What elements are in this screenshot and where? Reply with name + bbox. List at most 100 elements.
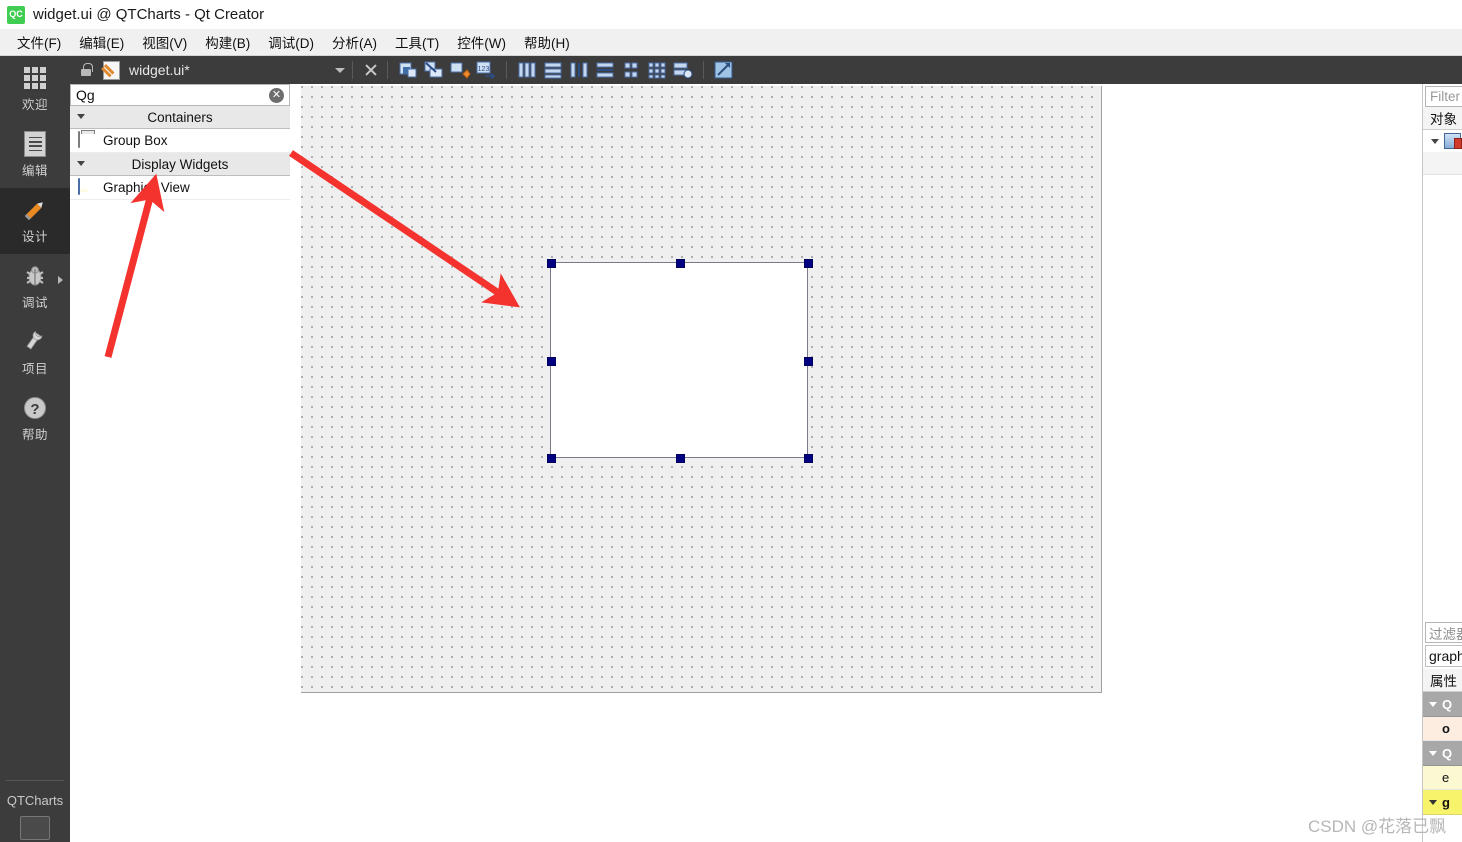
divider (505, 61, 507, 79)
menu-analyze[interactable]: 分析(A) (323, 29, 386, 55)
mode-label-welcome: 欢迎 (21, 98, 48, 112)
property-group-label: Q (1442, 745, 1453, 761)
chevron-down-icon[interactable] (1429, 798, 1438, 807)
layout-vertically-icon[interactable] (542, 60, 564, 80)
run-config-box[interactable] (20, 816, 50, 840)
chevron-down-icon[interactable] (334, 67, 345, 73)
form-canvas[interactable] (301, 86, 1102, 693)
layout-form-icon[interactable] (620, 60, 642, 80)
menu-bar: 文件(F) 编辑(E) 视图(V) 构建(B) 调试(D) 分析(A) 工具(T… (0, 29, 1462, 56)
right-dock-panel: Filter 对象 过滤器 graphicsView 属性 Q o Q e g (1422, 84, 1462, 842)
menu-file[interactable]: 文件(F) (8, 29, 70, 55)
property-group-row[interactable]: Q (1423, 692, 1462, 717)
menu-build[interactable]: 构建(B) (196, 29, 259, 55)
close-icon[interactable] (362, 61, 380, 79)
menu-help[interactable]: 帮助(H) (515, 29, 579, 55)
menu-widgets[interactable]: 控件(W) (448, 29, 515, 55)
title-bar: QC widget.ui @ QTCharts - Qt Creator (0, 0, 1462, 29)
chevron-down-icon[interactable] (1431, 137, 1440, 146)
chevron-down-icon[interactable] (1429, 749, 1438, 758)
menu-edit[interactable]: 编辑(E) (70, 29, 133, 55)
object-tree-row-form[interactable] (1423, 130, 1462, 152)
property-row-objectname[interactable]: o (1423, 717, 1462, 741)
property-group-row[interactable]: Q (1423, 741, 1462, 766)
chevron-down-icon[interactable] (77, 113, 86, 122)
property-editor-header: 属性 (1423, 669, 1462, 692)
mode-label-help: 帮助 (21, 428, 48, 442)
resize-handle-top-right (804, 259, 813, 268)
mode-item-design[interactable]: 设计 (0, 188, 70, 254)
editor-file-name[interactable]: widget.ui* (129, 62, 190, 78)
wrench-icon (21, 329, 49, 355)
adjust-size-icon[interactable] (397, 60, 419, 80)
widget-item-graphics-view[interactable]: Graphics View (70, 176, 290, 200)
unlock-icon[interactable] (78, 62, 94, 78)
resize-handle-middle-left (547, 357, 556, 366)
mode-item-welcome[interactable]: 欢迎 (0, 56, 70, 122)
resize-handle-bottom-center (676, 454, 685, 463)
question-icon: ? (22, 395, 48, 421)
property-editor-panel: 过滤器 graphicsView 属性 Q o Q e g (1423, 620, 1462, 815)
widget-item-label: Group Box (103, 133, 168, 148)
mode-label-design: 设计 (21, 230, 48, 244)
widget-box-panel: ✕ Containers Group Box Display Widgets G… (70, 84, 291, 842)
menu-view[interactable]: 视图(V) (133, 29, 196, 55)
edit-tab-order-icon[interactable]: 123 (475, 60, 497, 80)
clear-circle-icon[interactable]: ✕ (269, 88, 284, 103)
widget-box-group-display-widgets[interactable]: Display Widgets (70, 153, 290, 176)
layout-grid-icon[interactable] (646, 60, 668, 80)
pencil-icon (21, 197, 49, 223)
grid-icon (24, 65, 46, 91)
mode-label-edit: 编辑 (21, 164, 48, 178)
bug-icon (22, 263, 48, 289)
widget-box-search[interactable]: ✕ (70, 84, 290, 106)
break-layout-icon[interactable] (423, 60, 445, 80)
mode-selector-bar: 欢迎 编辑 设计 调试 项目 ? 帮助 QTCharts (0, 56, 70, 842)
mode-item-edit[interactable]: 编辑 (0, 122, 70, 188)
group-label-containers: Containers (147, 109, 213, 125)
resize-handle-bottom-left (547, 454, 556, 463)
chevron-right-icon[interactable] (58, 276, 63, 284)
editor-tool-bar: widget.ui* 123 (70, 56, 1462, 84)
menu-tools[interactable]: 工具(T) (386, 29, 448, 55)
layout-in-place-icon[interactable] (672, 60, 694, 80)
mode-item-projects[interactable]: 项目 (0, 320, 70, 386)
property-filter-input[interactable]: 过滤器 (1425, 622, 1462, 643)
window-title: widget.ui @ QTCharts - Qt Creator (33, 6, 265, 23)
layout-splitter-vertical-icon[interactable] (594, 60, 616, 80)
form-editor-area (290, 84, 1422, 842)
ui-file-icon (103, 60, 120, 80)
menu-debug[interactable]: 调试(D) (259, 29, 323, 55)
mode-label-projects: 项目 (21, 362, 48, 376)
widget-item-group-box[interactable]: Group Box (70, 129, 290, 153)
mode-item-help[interactable]: ? 帮助 (0, 386, 70, 452)
layout-horizontally-icon[interactable] (516, 60, 538, 80)
group-box-icon (78, 131, 96, 149)
search-input[interactable] (71, 87, 289, 103)
chevron-down-icon[interactable] (1429, 700, 1438, 709)
resize-handle-bottom-right (804, 454, 813, 463)
project-name-label: QTCharts (6, 793, 64, 808)
object-inspector-header: 对象 (1423, 107, 1462, 130)
preview-icon[interactable] (713, 60, 735, 80)
resize-handle-top-center (676, 259, 685, 268)
selected-graphics-view-widget[interactable] (547, 259, 813, 463)
property-row-enabled[interactable]: e (1423, 766, 1462, 790)
form-icon (1444, 133, 1462, 149)
layout-splitter-horizontal-icon[interactable] (568, 60, 590, 80)
mode-item-debug[interactable]: 调试 (0, 254, 70, 320)
object-filter-input[interactable]: Filter (1425, 86, 1462, 107)
object-tree-row[interactable] (1423, 152, 1462, 175)
qt-creator-logo-icon: QC (7, 5, 25, 24)
edit-signals-slots-icon[interactable] (449, 60, 471, 80)
resize-handle-top-left (547, 259, 556, 268)
property-group-label: g (1442, 794, 1450, 810)
resize-handle-middle-right (804, 357, 813, 366)
project-selector[interactable]: QTCharts (0, 780, 70, 842)
mode-label-debug: 调试 (21, 296, 48, 310)
widget-box-group-containers[interactable]: Containers (70, 106, 290, 129)
chevron-down-icon[interactable] (77, 160, 86, 169)
property-group-label: Q (1442, 696, 1453, 712)
watermark-text: CSDN @花落已飘 (1308, 817, 1447, 836)
selected-object-name: graphicsView (1425, 645, 1462, 667)
